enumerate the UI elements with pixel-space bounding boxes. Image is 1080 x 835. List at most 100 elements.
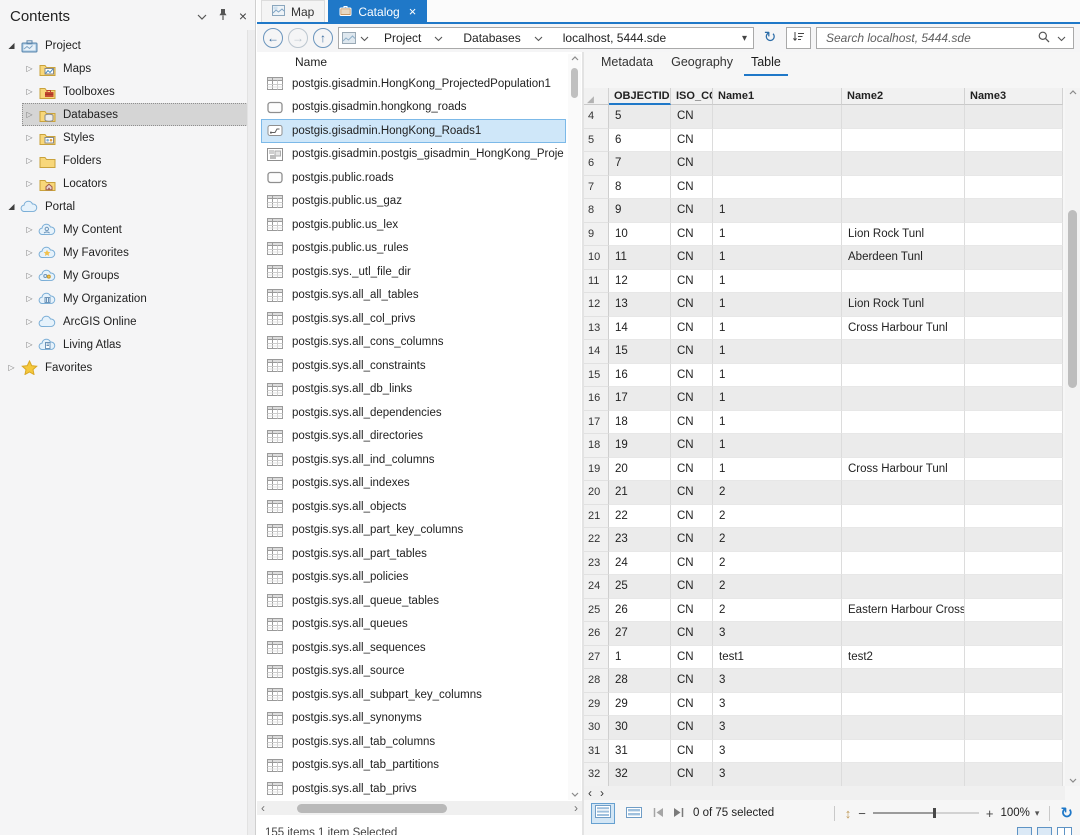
column-header-name3[interactable]: Name3 (965, 88, 1063, 105)
cell[interactable] (842, 481, 965, 505)
list-horizontal-scrollbar[interactable]: ‹ › (257, 801, 582, 815)
row-number[interactable]: 22 (584, 528, 609, 552)
chevron-down-icon[interactable] (434, 31, 443, 45)
cell[interactable]: 16 (609, 364, 671, 388)
cell[interactable] (842, 434, 965, 458)
cell[interactable]: 3 (713, 693, 842, 717)
cell[interactable]: CN (671, 293, 713, 317)
cell[interactable] (842, 199, 965, 223)
table-row[interactable]: 78CN (584, 176, 1063, 200)
table-row[interactable]: 1516CN1 (584, 364, 1063, 388)
table-row[interactable]: 2627CN3 (584, 622, 1063, 646)
close-icon[interactable]: × (239, 9, 247, 23)
expand-arrow-icon[interactable]: ▷ (23, 271, 36, 280)
catalog-item[interactable]: postgis.sys._utl_file_dir (261, 260, 566, 284)
catalog-item[interactable]: postgis.gisadmin.HongKong_Roads1 (261, 119, 566, 143)
cell[interactable]: CN (671, 434, 713, 458)
catalog-item[interactable]: postgis.sys.all_tab_partitions (261, 754, 566, 778)
tree-item-body[interactable]: ▷Living Atlas (22, 333, 248, 356)
cell[interactable] (842, 152, 965, 176)
table-row[interactable]: 2929CN3 (584, 693, 1063, 717)
cell[interactable]: 32 (609, 763, 671, 787)
row-number[interactable]: 28 (584, 669, 609, 693)
cell[interactable] (842, 364, 965, 388)
cell[interactable] (842, 669, 965, 693)
tab-catalog[interactable]: Catalog× (328, 0, 427, 22)
breadcrumb-project[interactable]: Project (375, 31, 452, 45)
catalog-item[interactable]: postgis.sys.all_all_tables (261, 284, 566, 308)
cell[interactable] (965, 199, 1063, 223)
cell[interactable] (965, 716, 1063, 740)
sidebar-item-maps[interactable]: ▷Maps (0, 57, 255, 80)
tab-table[interactable]: Table (744, 52, 788, 76)
catalog-item[interactable]: postgis.public.roads (261, 166, 566, 190)
expand-arrow-icon[interactable]: ▷ (23, 87, 36, 96)
tree-item-body[interactable]: ▷Toolboxes (22, 80, 248, 103)
scroll-right-icon[interactable]: › (574, 802, 578, 814)
row-number[interactable]: 7 (584, 176, 609, 200)
table-row[interactable]: 67CN (584, 152, 1063, 176)
catalog-item[interactable]: postgis.public.us_gaz (261, 190, 566, 214)
cell[interactable]: 18 (609, 411, 671, 435)
cell[interactable]: CN (671, 646, 713, 670)
sidebar-item-my-organization[interactable]: ▷My Organization (0, 287, 255, 310)
expand-arrow-icon[interactable]: ▷ (23, 317, 36, 326)
slider-thumb[interactable] (933, 808, 936, 818)
catalog-item[interactable]: postgis.sys.all_col_privs (261, 307, 566, 331)
cell[interactable]: CN (671, 364, 713, 388)
cell[interactable] (965, 223, 1063, 247)
row-number[interactable]: 10 (584, 246, 609, 270)
table-row[interactable]: 2122CN2 (584, 505, 1063, 529)
row-number[interactable]: 18 (584, 434, 609, 458)
scroll-thumb[interactable] (1068, 210, 1077, 388)
pin-icon[interactable] (218, 8, 228, 24)
row-number[interactable]: 20 (584, 481, 609, 505)
cell[interactable]: 3 (713, 622, 842, 646)
cell[interactable] (965, 693, 1063, 717)
cell[interactable]: Lion Rock Tunl (842, 293, 965, 317)
cell[interactable] (842, 176, 965, 200)
row-number[interactable]: 23 (584, 552, 609, 576)
scroll-left-icon[interactable]: ‹ (261, 802, 265, 814)
catalog-item[interactable]: postgis.sys.all_directories (261, 425, 566, 449)
cell[interactable]: 2 (713, 481, 842, 505)
sidebar-item-styles[interactable]: ▷Styles (0, 126, 255, 149)
cell[interactable] (842, 505, 965, 529)
row-number[interactable]: 12 (584, 293, 609, 317)
row-number[interactable]: 17 (584, 411, 609, 435)
expand-arrow-icon[interactable]: ▷ (23, 340, 36, 349)
catalog-item[interactable]: postgis.sys.all_ind_columns (261, 448, 566, 472)
cell[interactable] (842, 740, 965, 764)
breadcrumb-localhost-5444-sde[interactable]: localhost, 5444.sde (554, 31, 675, 45)
cell[interactable]: 19 (609, 434, 671, 458)
cell[interactable] (965, 575, 1063, 599)
column-header-name1[interactable]: Name1 (713, 88, 842, 105)
cell[interactable]: CN (671, 693, 713, 717)
cell[interactable] (965, 293, 1063, 317)
table-row[interactable]: 2021CN2 (584, 481, 1063, 505)
cell[interactable]: CN (671, 176, 713, 200)
cell[interactable] (842, 129, 965, 153)
scroll-thumb[interactable] (297, 804, 447, 813)
zoom-in-button[interactable]: + (986, 807, 994, 820)
row-number[interactable]: 4 (584, 105, 609, 129)
table-row[interactable]: 3030CN3 (584, 716, 1063, 740)
catalog-item[interactable]: postgis.sys.all_part_tables (261, 542, 566, 566)
refresh-table-icon[interactable]: ↻ (1060, 806, 1073, 821)
cell[interactable] (842, 411, 965, 435)
cell[interactable]: 2 (713, 505, 842, 529)
cell[interactable] (965, 105, 1063, 129)
cell[interactable]: 1 (713, 293, 842, 317)
cell[interactable]: 1 (713, 223, 842, 247)
cell[interactable]: 30 (609, 716, 671, 740)
tab-map[interactable]: Map (261, 0, 325, 22)
cell[interactable]: 1 (713, 364, 842, 388)
cell[interactable]: 21 (609, 481, 671, 505)
cell[interactable]: CN (671, 246, 713, 270)
cell[interactable]: CN (671, 458, 713, 482)
row-number[interactable]: 26 (584, 622, 609, 646)
table-row[interactable]: 1112CN1 (584, 270, 1063, 294)
scroll-right-icon[interactable]: › (600, 786, 604, 800)
cell[interactable]: 7 (609, 152, 671, 176)
breadcrumb-databases[interactable]: Databases (454, 31, 551, 45)
